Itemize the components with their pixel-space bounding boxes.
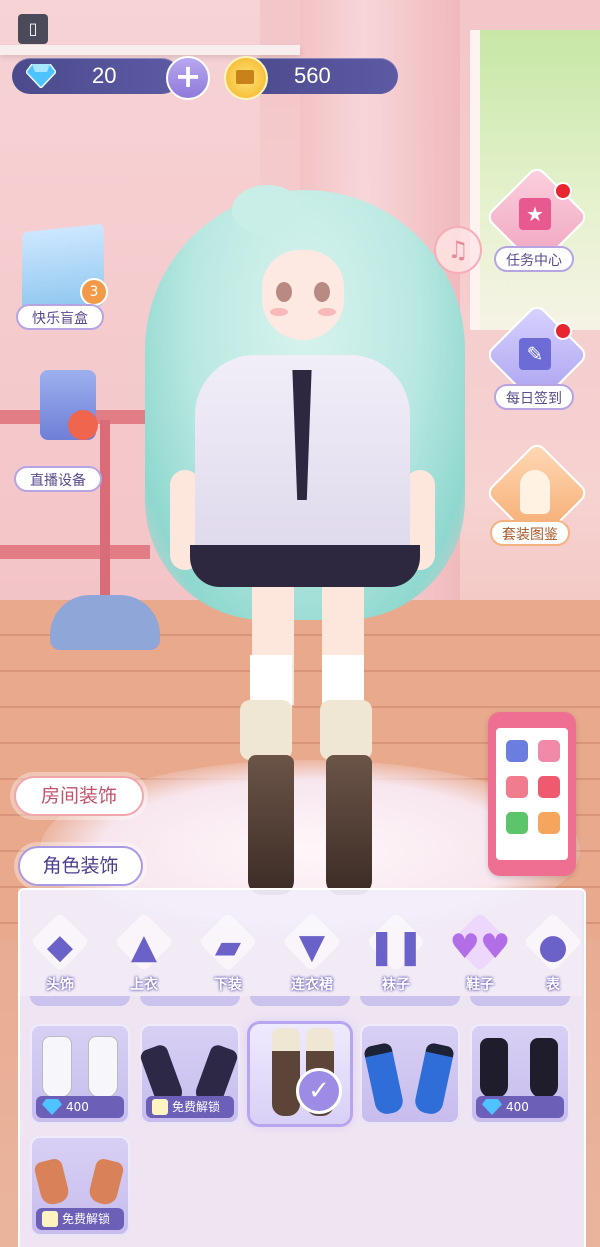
- mascot-icon: [68, 410, 98, 440]
- jacket-icon: ▲: [130, 927, 158, 967]
- daily-checkin-button[interactable]: 每日签到: [494, 384, 574, 410]
- hat-icon: ◆: [46, 927, 74, 967]
- room-decoration-button[interactable]: 房间装饰: [14, 776, 144, 816]
- gem-amount: 20: [92, 63, 117, 88]
- silhouette-icon: [520, 470, 550, 514]
- item-card-black-cat-shoes[interactable]: 400: [470, 1024, 570, 1124]
- price-label: 免费解锁: [62, 1212, 111, 1226]
- item-slot-peek: [30, 996, 130, 1006]
- price-label: 400: [66, 1100, 89, 1114]
- add-currency-button[interactable]: +: [166, 56, 210, 100]
- price-label: 免费解锁: [172, 1100, 221, 1114]
- game-screen: ▯ 20 + 560 3 快乐盲盒 直播设备 ♫ ★ 任务中心 ✎ 每日签到 套…: [0, 0, 600, 1247]
- item-card-white-lace-shoes[interactable]: 400: [30, 1024, 130, 1124]
- price-label: 400: [506, 1100, 529, 1114]
- accessory-icon: ●: [538, 927, 568, 967]
- tab-label: 表: [546, 977, 560, 993]
- item-slot-peek: [250, 996, 350, 1006]
- music-icon[interactable]: ♫: [434, 226, 482, 274]
- phone-screen: [496, 728, 568, 860]
- gem-icon: [26, 64, 56, 88]
- character-left-boot-cuff: [240, 700, 292, 760]
- dress-icon: ▼: [298, 927, 326, 967]
- blind-box-button[interactable]: 快乐盲盒: [16, 304, 104, 330]
- item-slot-peek: [140, 996, 240, 1006]
- item-slot-peek: [360, 996, 460, 1006]
- outfit-gallery-button[interactable]: 套装图鉴: [490, 520, 570, 546]
- character-right-boot-cuff: [320, 700, 372, 760]
- free-unlock-tag: 免费解锁: [36, 1208, 124, 1230]
- room-desk-lower: [0, 545, 150, 559]
- tab-label: 上衣: [130, 977, 158, 993]
- notepad-icon: ✎: [519, 338, 551, 370]
- gem-icon: [42, 1099, 62, 1115]
- gift-icon: [42, 1211, 58, 1227]
- shoes-icon: ♥♥: [449, 927, 511, 967]
- price-tag: 400: [36, 1096, 124, 1118]
- tab-label: 连衣裙: [291, 977, 333, 993]
- item-slot-peek: [470, 996, 570, 1006]
- price-tag: 400: [476, 1096, 564, 1118]
- free-unlock-tag: 免费解锁: [146, 1096, 234, 1118]
- calendar-star-icon: ★: [519, 198, 551, 230]
- checkin-alert-dot: [554, 322, 572, 340]
- item-card-orange-strap-shoes[interactable]: 免费解锁: [30, 1136, 130, 1236]
- character-left-boot: [248, 755, 294, 895]
- gem-icon: [482, 1099, 502, 1115]
- item-card-navy-strap-shoes[interactable]: 免费解锁: [138, 1024, 240, 1124]
- character-hair-bun: [232, 185, 302, 235]
- item-card-blue-bow-shoes[interactable]: [360, 1024, 460, 1124]
- gem-counter: 20: [12, 58, 180, 94]
- character-face: [262, 250, 344, 340]
- gift-icon: [152, 1099, 168, 1115]
- toy-elephant: [50, 595, 160, 650]
- task-alert-dot: [554, 182, 572, 200]
- live-equipment-button[interactable]: 直播设备: [14, 466, 102, 492]
- selected-check-icon: ✓: [296, 1068, 342, 1114]
- tab-label: 头饰: [46, 977, 74, 993]
- socks-icon: ❚❚: [367, 927, 425, 967]
- character-right-boot: [326, 755, 372, 895]
- character-decoration-button[interactable]: 角色装饰: [18, 846, 143, 886]
- skirt-icon: ▰: [214, 927, 242, 967]
- tab-label: 下装: [214, 977, 242, 993]
- gold-amount: 560: [294, 63, 331, 88]
- tab-label: 袜子: [382, 977, 410, 993]
- gold-coin-icon: [224, 56, 268, 100]
- room-shelf: [0, 45, 300, 55]
- character-dress-trim: [190, 545, 420, 587]
- item-card-brown-fur-boots[interactable]: ✓: [250, 1024, 350, 1124]
- task-center-button[interactable]: 任务中心: [494, 246, 574, 272]
- blind-box-badge: 3: [80, 278, 108, 306]
- tab-label: 鞋子: [466, 977, 494, 993]
- battery-icon: ▯: [18, 14, 48, 44]
